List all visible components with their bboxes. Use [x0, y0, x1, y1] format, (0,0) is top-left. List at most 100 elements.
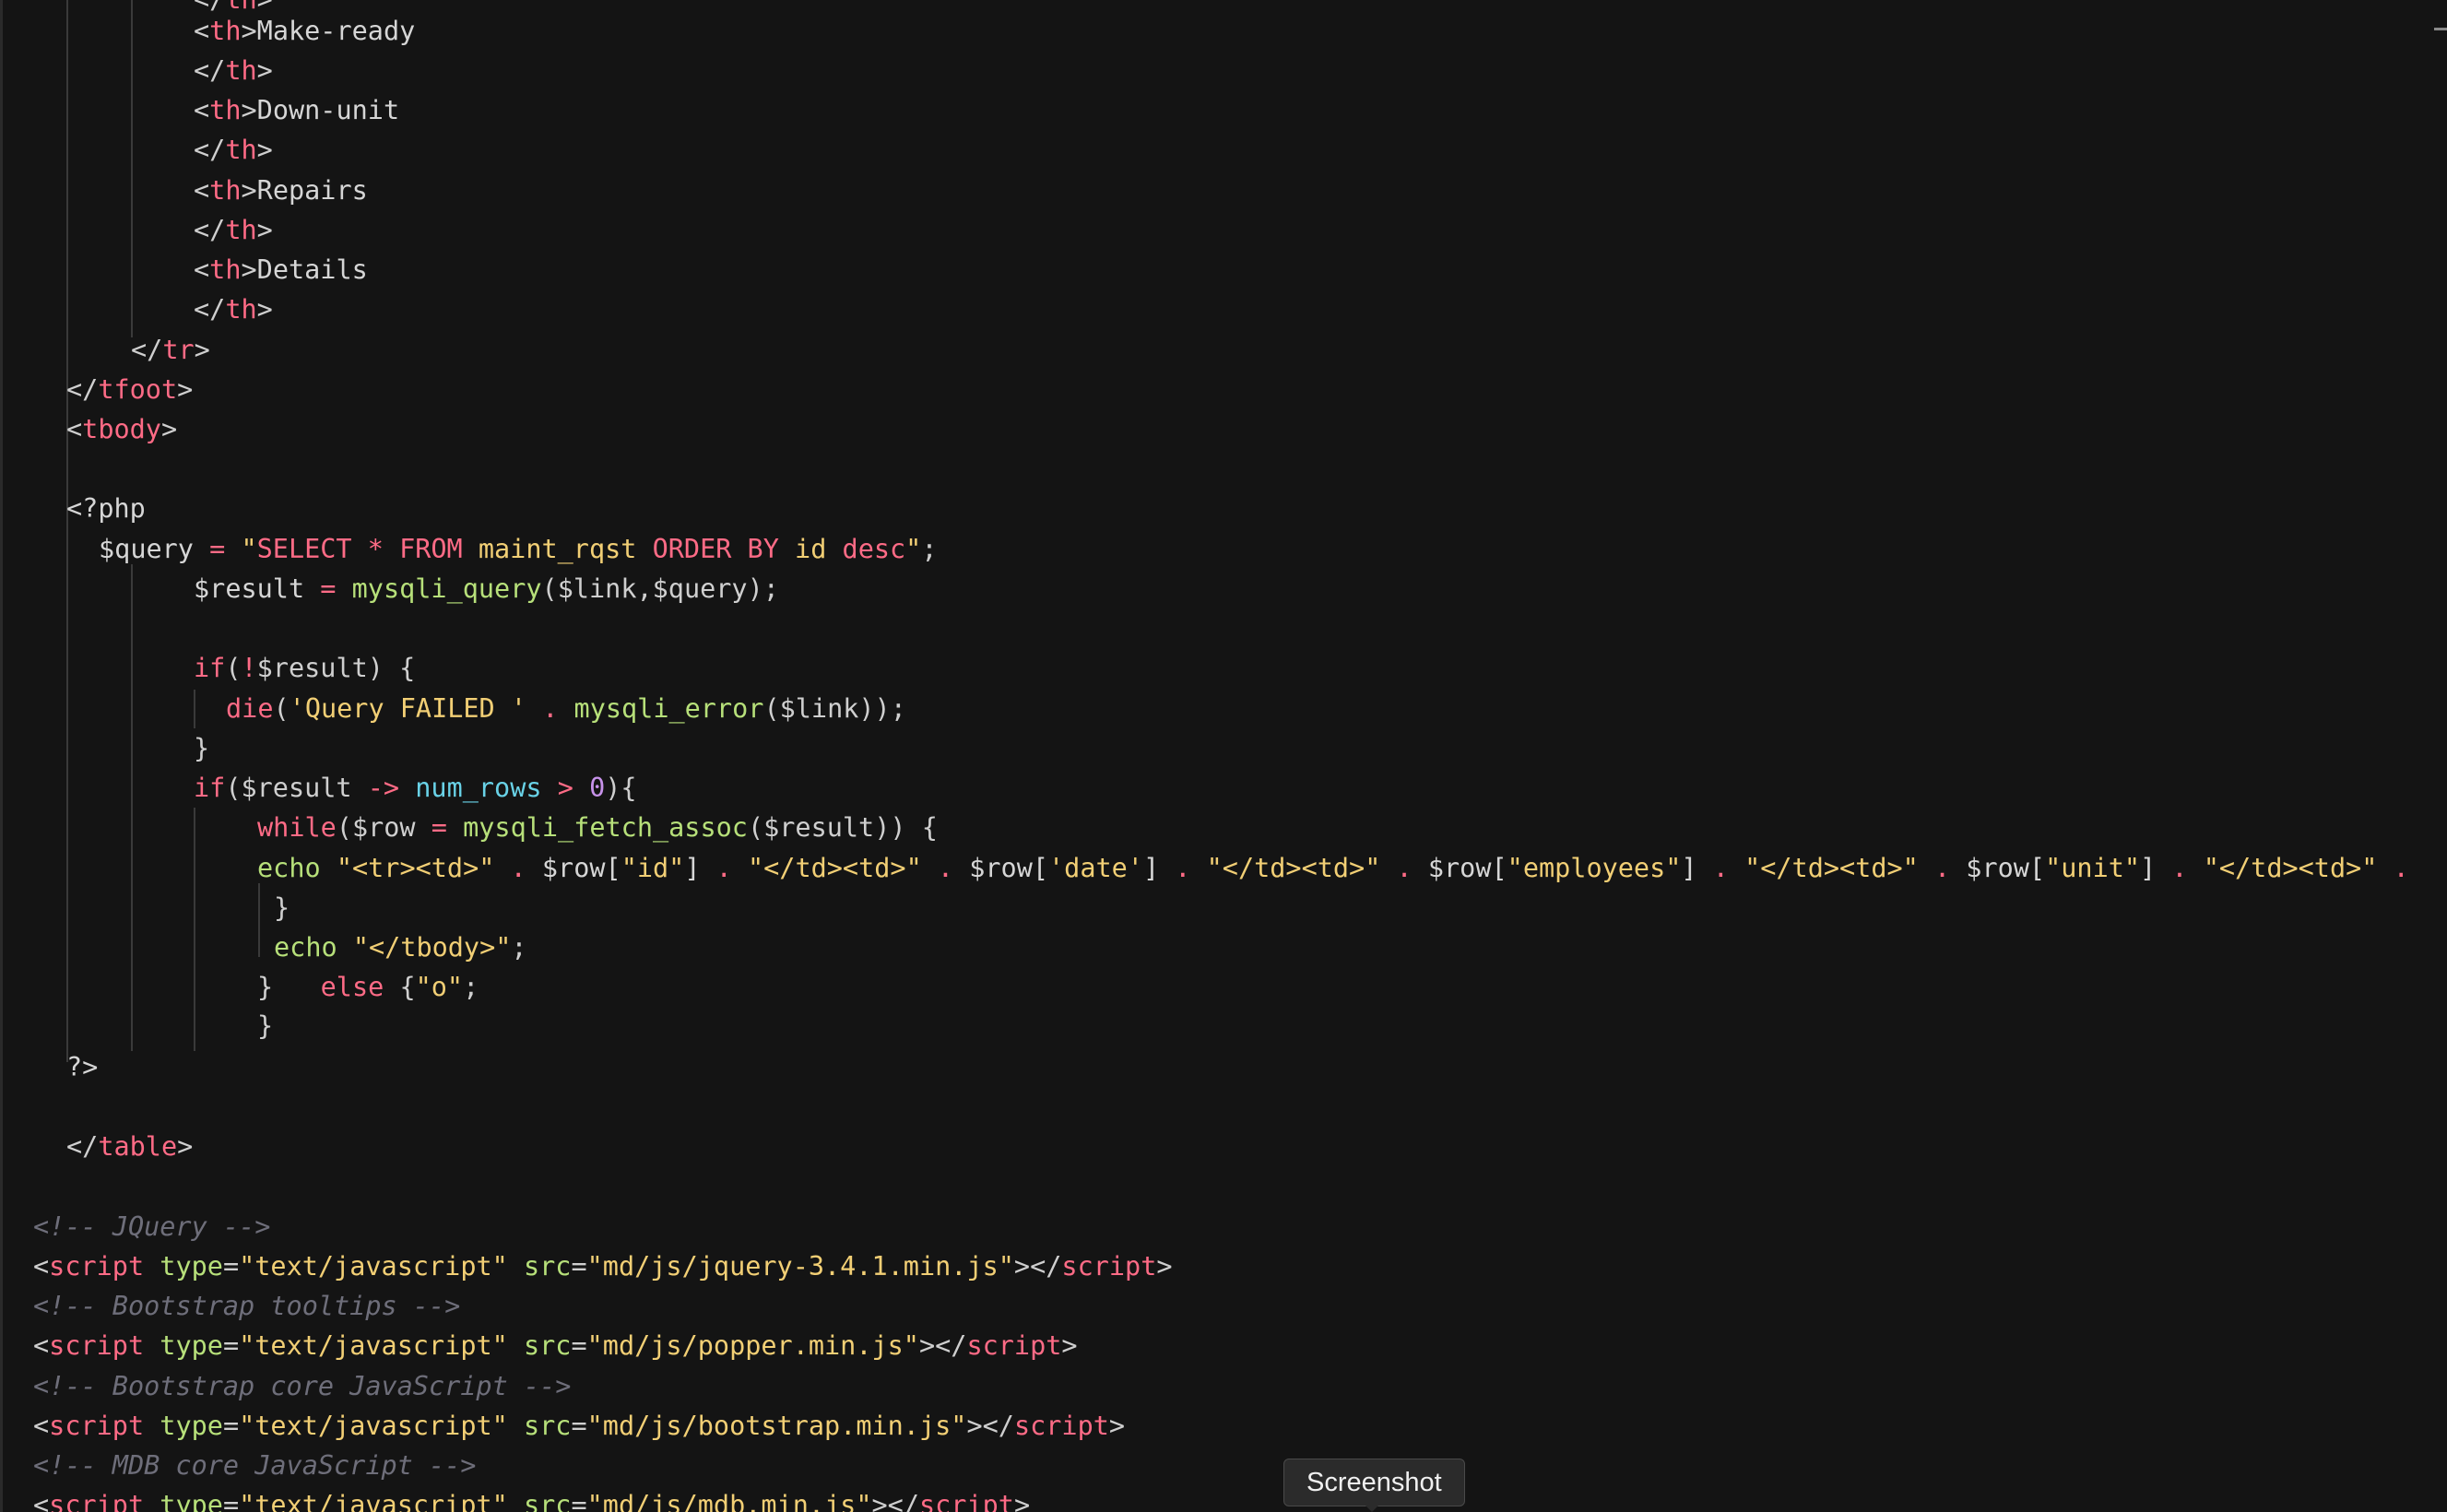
- code-token: >: [1108, 1411, 1126, 1441]
- code-token: mysqli_query: [351, 573, 542, 604]
- code-token: Make-ready: [256, 16, 416, 46]
- code-token: script: [49, 1490, 145, 1512]
- code-token: </: [194, 55, 226, 86]
- code-token: =: [222, 1330, 240, 1361]
- code-token: >: [256, 215, 273, 245]
- code-token: >: [256, 55, 273, 86]
- editor-left-edge: [0, 0, 3, 1512]
- code-token: th: [225, 215, 257, 245]
- code-token: !: [241, 653, 257, 683]
- code-token: >: [194, 335, 210, 365]
- code-token: 'date': [1048, 853, 1143, 883]
- code-token: <?php: [66, 493, 146, 524]
- code-token: type: [160, 1411, 223, 1441]
- code-token: </: [131, 335, 163, 365]
- code-token: script: [49, 1411, 145, 1441]
- code-token: <: [194, 175, 210, 206]
- code-token: echo: [257, 853, 321, 883]
- code-token: =: [571, 1490, 587, 1512]
- code-token: ></: [918, 1330, 967, 1361]
- code-token: =: [431, 812, 447, 843]
- code-token: num_rows: [415, 773, 542, 803]
- code-token: >: [177, 1131, 194, 1162]
- code-line: <th>Make-ready: [194, 11, 415, 51]
- code-line: <script type="text/javascript" src="md/j…: [33, 1406, 1125, 1446]
- indent-guide: [194, 808, 195, 1051]
- code-token: ($row: [336, 812, 431, 843]
- code-token: <: [194, 254, 210, 285]
- code-token: script: [49, 1251, 145, 1282]
- code-token: }: [257, 972, 321, 1002]
- code-editor[interactable]: </th> <th>Make-ready </th> <th>Down-unit…: [0, 0, 2447, 1512]
- code-token: script: [966, 1330, 1062, 1361]
- code-token: th: [209, 16, 242, 46]
- code-token: .: [494, 853, 542, 883]
- code-line: if($result -> num_rows > 0){: [194, 768, 637, 808]
- code-token: =: [571, 1330, 587, 1361]
- code-token: "</tbody>": [352, 932, 512, 963]
- code-token: =: [209, 534, 226, 564]
- code-line: <!-- Bootstrap tooltips -->: [33, 1286, 460, 1326]
- code-token: desc: [842, 534, 906, 564]
- code-line: die('Query FAILED ' . mysqli_error($link…: [226, 689, 906, 728]
- indent-guide: [194, 690, 195, 728]
- code-token: "md/js/jquery-3.4.1.min.js": [586, 1251, 1014, 1282]
- code-token: mysqli_fetch_assoc: [463, 812, 748, 843]
- code-token: {: [384, 972, 416, 1002]
- code-line: <!-- Bootstrap core JavaScript -->: [33, 1366, 571, 1406]
- code-token: $row[: [1427, 853, 1507, 883]
- code-line: <script type="text/javascript" src="md/j…: [33, 1326, 1078, 1365]
- code-line: <th>Repairs: [194, 171, 368, 210]
- code-token: }: [274, 892, 290, 923]
- code-token: .: [1696, 853, 1745, 883]
- code-line: </th>: [194, 210, 273, 250]
- code-line: </tr>: [131, 330, 210, 370]
- code-token: type: [160, 1490, 223, 1512]
- code-line: <script type="text/javascript" src="md/j…: [33, 1485, 1030, 1512]
- code-token: th: [209, 175, 242, 206]
- code-line: ?>: [66, 1047, 98, 1087]
- code-token: "</td><td>": [1206, 853, 1381, 883]
- code-line: echo "</tbody>";: [274, 927, 527, 967]
- code-token: $query: [99, 534, 210, 564]
- code-token: ORDER BY: [652, 534, 779, 564]
- code-token: ></: [1013, 1251, 1062, 1282]
- tooltip-arrow: [1365, 1505, 1379, 1512]
- code-token: "employees": [1507, 853, 1682, 883]
- code-token: script: [918, 1490, 1014, 1512]
- code-token: ></: [871, 1490, 919, 1512]
- code-token: id: [778, 534, 843, 564]
- code-token: table: [98, 1131, 178, 1162]
- code-token: tr: [162, 335, 195, 365]
- code-token: =: [320, 573, 337, 604]
- code-line: <th>Details: [194, 250, 368, 289]
- code-token: src: [523, 1251, 572, 1282]
- code-token: <!-- Bootstrap tooltips -->: [33, 1291, 461, 1321]
- code-token: <: [66, 414, 83, 444]
- code-token: 0: [589, 773, 606, 803]
- code-token: "md/js/bootstrap.min.js": [586, 1411, 967, 1441]
- code-token: </: [66, 374, 99, 405]
- scrollbar-marker[interactable]: [2434, 28, 2447, 30]
- code-token: th: [225, 55, 257, 86]
- code-token: .: [2377, 853, 2409, 883]
- code-token: <!-- JQuery -->: [33, 1211, 271, 1242]
- code-token: src: [523, 1411, 572, 1441]
- code-token: ($result)) {: [747, 812, 938, 843]
- code-token: *: [351, 534, 400, 564]
- code-token: ($result: [225, 773, 368, 803]
- code-line: <script type="text/javascript" src="md/j…: [33, 1246, 1173, 1286]
- code-token: =: [222, 1411, 240, 1441]
- code-token: ></: [966, 1411, 1014, 1441]
- code-line: }: [274, 888, 290, 927]
- code-token: die: [226, 693, 274, 724]
- code-token: >: [177, 374, 194, 405]
- code-token: .: [1918, 853, 1967, 883]
- indent-guide: [258, 883, 260, 957]
- code-token: <: [33, 1251, 50, 1282]
